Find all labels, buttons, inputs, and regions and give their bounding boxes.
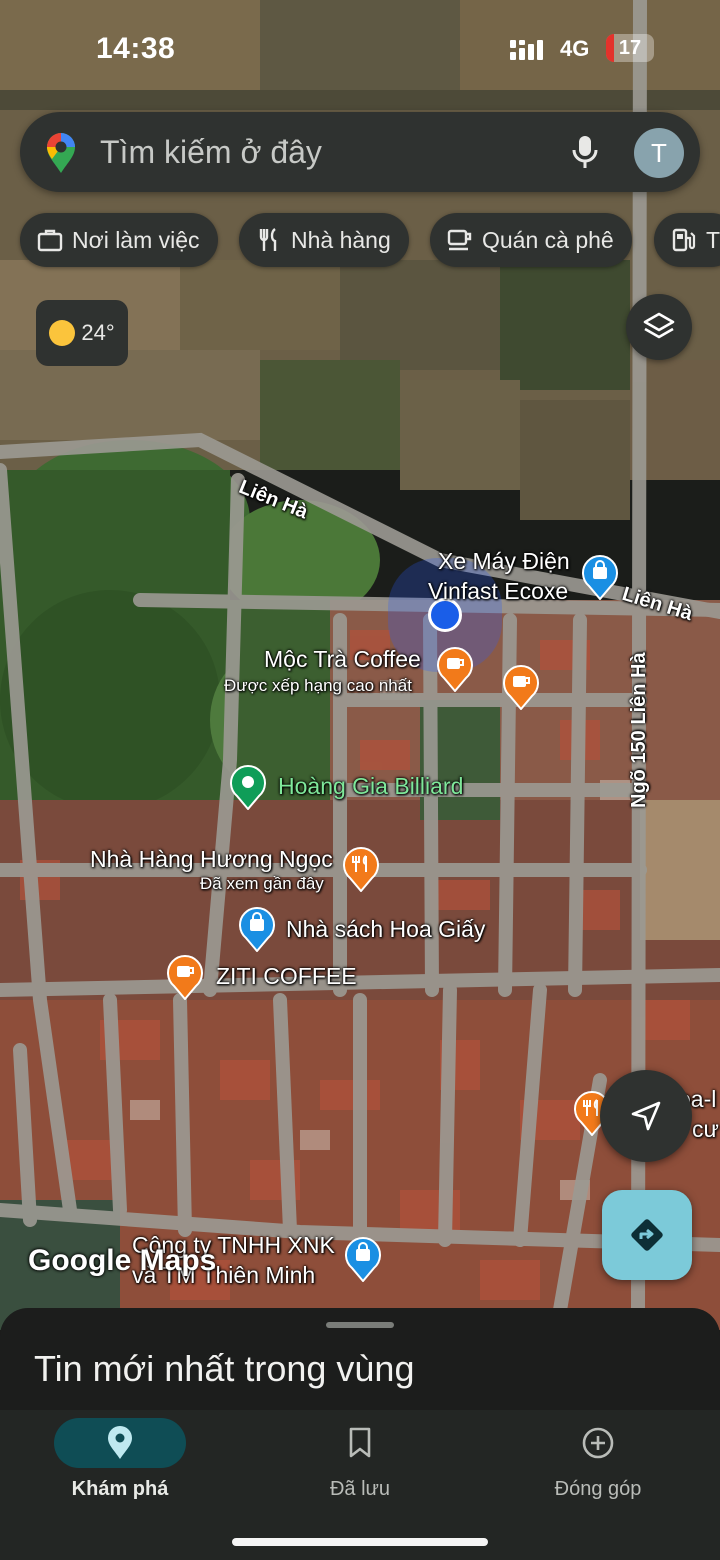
poi-subtitle: Đã xem gần đây <box>200 874 324 893</box>
category-chips: Nơi làm việc Nhà hàng Quán cà phê T <box>20 213 720 267</box>
sheet-drag-handle[interactable] <box>326 1322 394 1328</box>
restaurant-pin-icon[interactable] <box>342 846 380 892</box>
nav-saved[interactable]: Đã lưu <box>260 1410 460 1520</box>
briefcase-icon <box>37 229 63 252</box>
map-layers-button[interactable] <box>626 294 692 360</box>
layers-icon <box>643 312 675 339</box>
poi-label[interactable]: Xe Máy Điện <box>438 548 570 575</box>
sun-icon <box>49 320 76 346</box>
coffee-cup-icon <box>447 229 472 251</box>
chip-label: Quán cà phê <box>482 226 614 253</box>
battery-icon: 17 <box>606 34 654 62</box>
chip-label: Nơi làm việc <box>72 226 200 253</box>
coffee-pin-icon[interactable] <box>166 954 204 1000</box>
nav-label: Đóng góp <box>554 1478 642 1500</box>
nav-label: Khám phá <box>71 1478 169 1500</box>
directions-button[interactable] <box>602 1190 692 1280</box>
battery-percentage: 17 <box>618 37 642 59</box>
poi-subtitle: Được xếp hạng cao nhất <box>224 676 412 695</box>
status-time: 14:38 <box>96 32 176 65</box>
chip-restaurants[interactable]: Nhà hàng <box>239 213 409 267</box>
chip-label: Nhà hàng <box>291 226 391 253</box>
navigation-arrow-icon <box>631 1101 661 1131</box>
bookmark-icon <box>349 1427 371 1458</box>
home-indicator[interactable] <box>232 1538 488 1546</box>
account-avatar[interactable]: T <box>634 128 684 178</box>
chip-label: T <box>706 226 720 253</box>
signal-strength-icon <box>510 40 543 60</box>
fork-knife-icon <box>259 228 277 251</box>
road-label: Ngõ 150 Liên Hà <box>628 652 650 808</box>
poi-label[interactable]: Nhà sách Hoa Giấy <box>286 916 485 943</box>
gas-station-icon <box>672 228 696 252</box>
weather-badge[interactable]: 24° <box>36 300 128 366</box>
sheet-title: Tin mới nhất trong vùng <box>34 1348 415 1389</box>
shopping-bag-pin-icon[interactable] <box>344 1236 382 1282</box>
poi-label-line2[interactable]: cư <box>692 1116 719 1143</box>
bottom-sheet[interactable]: Tin mới nhất trong vùng <box>0 1308 720 1418</box>
shopping-bag-pin-icon[interactable] <box>581 554 619 600</box>
add-circle-icon <box>582 1427 614 1459</box>
my-location-button[interactable] <box>600 1070 692 1162</box>
search-input[interactable] <box>100 112 560 192</box>
directions-icon <box>631 1219 663 1251</box>
chip-cafes[interactable]: Quán cà phê <box>430 213 632 267</box>
nav-contribute[interactable]: Đóng góp <box>498 1410 698 1520</box>
poi-label-line2[interactable]: Vinfast Ecoxe <box>428 578 568 605</box>
microphone-icon[interactable] <box>565 132 605 172</box>
chip-gas[interactable]: T <box>654 213 720 267</box>
status-bar: 14:38 4G 17 <box>0 0 720 100</box>
coffee-pin-icon[interactable] <box>502 664 540 710</box>
temperature: 24° <box>81 320 115 345</box>
nav-contribute-indicator <box>532 1418 664 1468</box>
poi-label[interactable]: Hoàng Gia Billiard <box>278 773 463 800</box>
coffee-pin-icon[interactable] <box>436 646 474 692</box>
shopping-bag-pin-icon[interactable] <box>238 906 276 952</box>
nav-label: Đã lưu <box>329 1478 391 1500</box>
network-type: 4G <box>560 36 590 61</box>
nav-saved-indicator <box>294 1418 426 1468</box>
google-maps-pin-icon <box>47 133 75 173</box>
search-bar[interactable]: T <box>20 112 700 192</box>
chip-workplace[interactable]: Nơi làm việc <box>20 213 218 267</box>
poi-label[interactable]: Mộc Trà Coffee <box>264 646 421 673</box>
poi-label[interactable]: Nhà Hàng Hương Ngọc <box>90 846 333 873</box>
poi-label[interactable]: ZITI COFFEE <box>216 963 357 990</box>
nav-explore-indicator <box>54 1418 186 1468</box>
nav-explore[interactable]: Khám phá <box>20 1410 220 1520</box>
google-maps-attribution: Google Maps <box>28 1244 217 1277</box>
location-pin-icon <box>108 1426 132 1459</box>
recreation-pin-icon[interactable] <box>229 764 267 810</box>
